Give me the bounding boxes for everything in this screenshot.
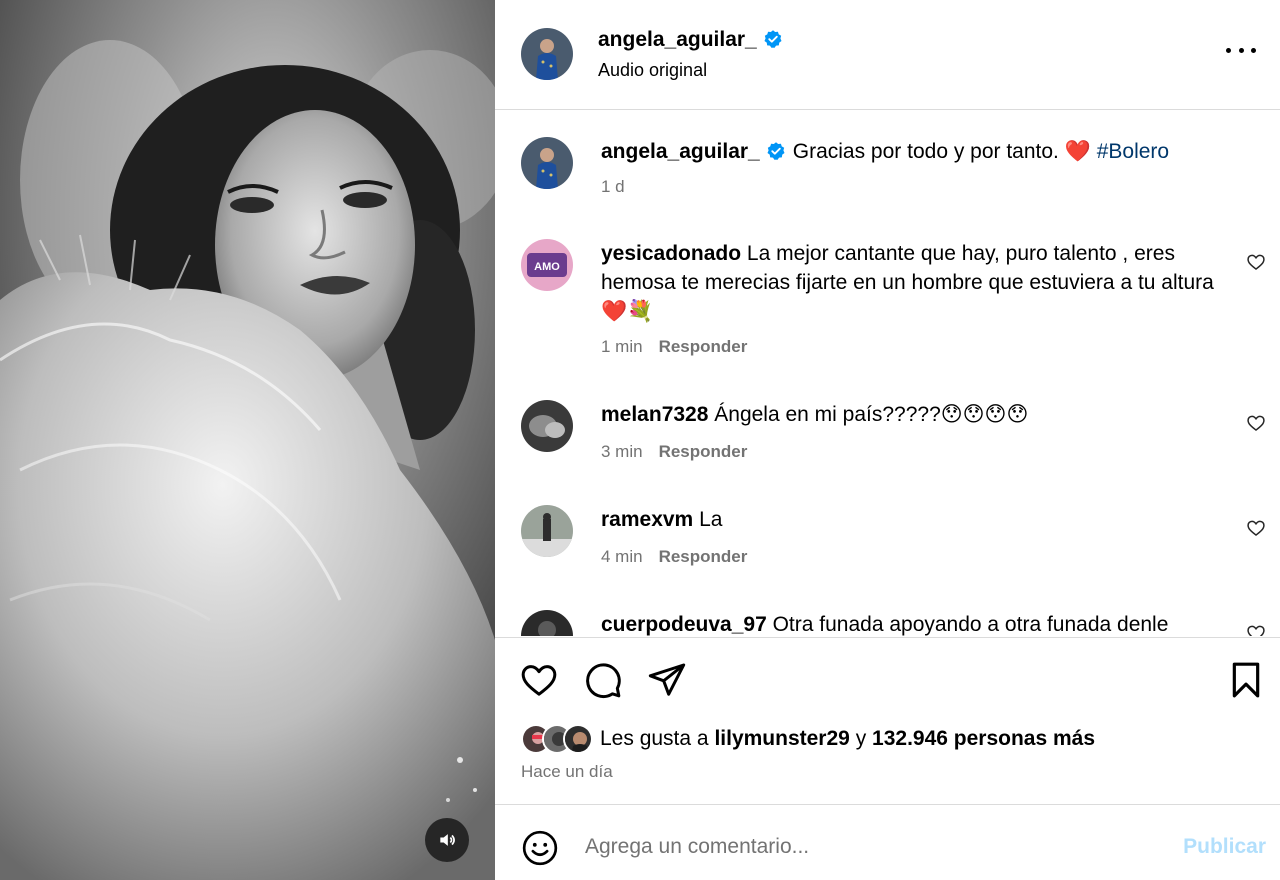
liker-avatar [563, 724, 593, 754]
comment-composer: Publicar [495, 804, 1280, 880]
author-avatar[interactable] [521, 28, 573, 80]
comment-body: La [699, 508, 723, 531]
comment-time[interactable]: 4 min [601, 547, 643, 566]
post-header: angela_aguilar_ Audio original [495, 0, 1280, 110]
comment-text: yesicadonado La mejor cantante que hay, … [601, 239, 1220, 326]
caption-text: angela_aguilar_ Gracias por todo y por t… [601, 137, 1220, 166]
likes-count[interactable]: 132.946 personas más [872, 727, 1095, 750]
speaker-icon [440, 834, 455, 846]
audio-toggle-button[interactable] [425, 818, 469, 862]
author-avatar[interactable] [521, 137, 573, 189]
like-comment-heart-icon[interactable] [1246, 518, 1266, 538]
comment-text: ramexvm La [601, 505, 1220, 534]
dot-icon [1226, 47, 1231, 53]
comment-text: cuerpodeuva_97 Otra funada apoyando a ot… [601, 610, 1220, 636]
comment-username[interactable]: yesicadonado [601, 242, 741, 265]
liker-username[interactable]: lilymunster29 [714, 727, 849, 750]
comments-list[interactable]: angela_aguilar_ Gracias por todo y por t… [495, 111, 1280, 636]
commenter-avatar[interactable] [521, 505, 573, 557]
caption-username[interactable]: angela_aguilar_ [601, 140, 760, 163]
comment-username[interactable]: ramexvm [601, 508, 693, 531]
like-comment-heart-icon[interactable] [1246, 252, 1266, 272]
comment-meta: 3 min Responder [601, 442, 747, 462]
post-video[interactable] [0, 0, 495, 880]
comment-body: Otra funada apoyando a otra funada denle [772, 613, 1169, 636]
post-actions: Les gusta a lilymunster29 y 132.946 pers… [495, 637, 1280, 804]
verified-badge-icon [767, 142, 785, 160]
share-send-icon[interactable] [647, 660, 687, 700]
comment-bubble-icon[interactable] [583, 660, 623, 700]
author-username[interactable]: angela_aguilar_ [598, 28, 783, 52]
comment-text: melan7328 Ángela en mi país?????😯😯😯😯 [601, 400, 1220, 429]
commenter-avatar[interactable] [521, 400, 573, 452]
video-frame-image [0, 0, 495, 880]
caption-age: 1 d [601, 177, 625, 196]
like-comment-heart-icon[interactable] [1246, 413, 1266, 433]
more-options-button[interactable] [1226, 40, 1256, 60]
post-timestamp[interactable]: Hace un día [521, 762, 613, 782]
comment-username[interactable]: melan7328 [601, 403, 708, 426]
hashtag-link[interactable]: #Bolero [1097, 140, 1169, 163]
comment-body: Ángela en mi país?????😯😯😯😯 [714, 403, 1029, 426]
reply-button[interactable]: Responder [659, 547, 748, 566]
audio-label[interactable]: Audio original [598, 60, 707, 81]
comment-meta: 4 min Responder [601, 547, 747, 567]
commenter-avatar[interactable] [521, 610, 573, 636]
like-comment-heart-icon[interactable] [1246, 623, 1266, 636]
comment-input[interactable] [585, 827, 1145, 867]
dot-icon [1251, 47, 1256, 53]
dot-icon [1238, 47, 1244, 53]
reply-button[interactable]: Responder [659, 442, 748, 461]
comment-username[interactable]: cuerpodeuva_97 [601, 613, 767, 636]
emoji-icon[interactable] [521, 829, 559, 867]
svg-text:AMO: AMO [534, 261, 560, 273]
comment-time[interactable]: 1 min [601, 337, 643, 356]
likes-summary[interactable]: Les gusta a lilymunster29 y 132.946 pers… [521, 724, 1095, 754]
post-details-panel: angela_aguilar_ Audio original angela_ag… [495, 0, 1280, 880]
comment-time[interactable]: 3 min [601, 442, 643, 461]
save-bookmark-icon[interactable] [1226, 660, 1266, 700]
verified-badge-icon [764, 30, 782, 48]
reply-button[interactable]: Responder [659, 337, 748, 356]
like-heart-icon[interactable] [519, 660, 559, 700]
likes-text: Les gusta a lilymunster29 y 132.946 pers… [600, 727, 1096, 750]
caption-body: Gracias por todo y por tanto. ❤️ [792, 140, 1091, 163]
comment-meta: 1 min Responder [601, 337, 747, 357]
publish-button[interactable]: Publicar [1183, 835, 1266, 859]
commenter-avatar[interactable]: AMO [521, 239, 573, 291]
